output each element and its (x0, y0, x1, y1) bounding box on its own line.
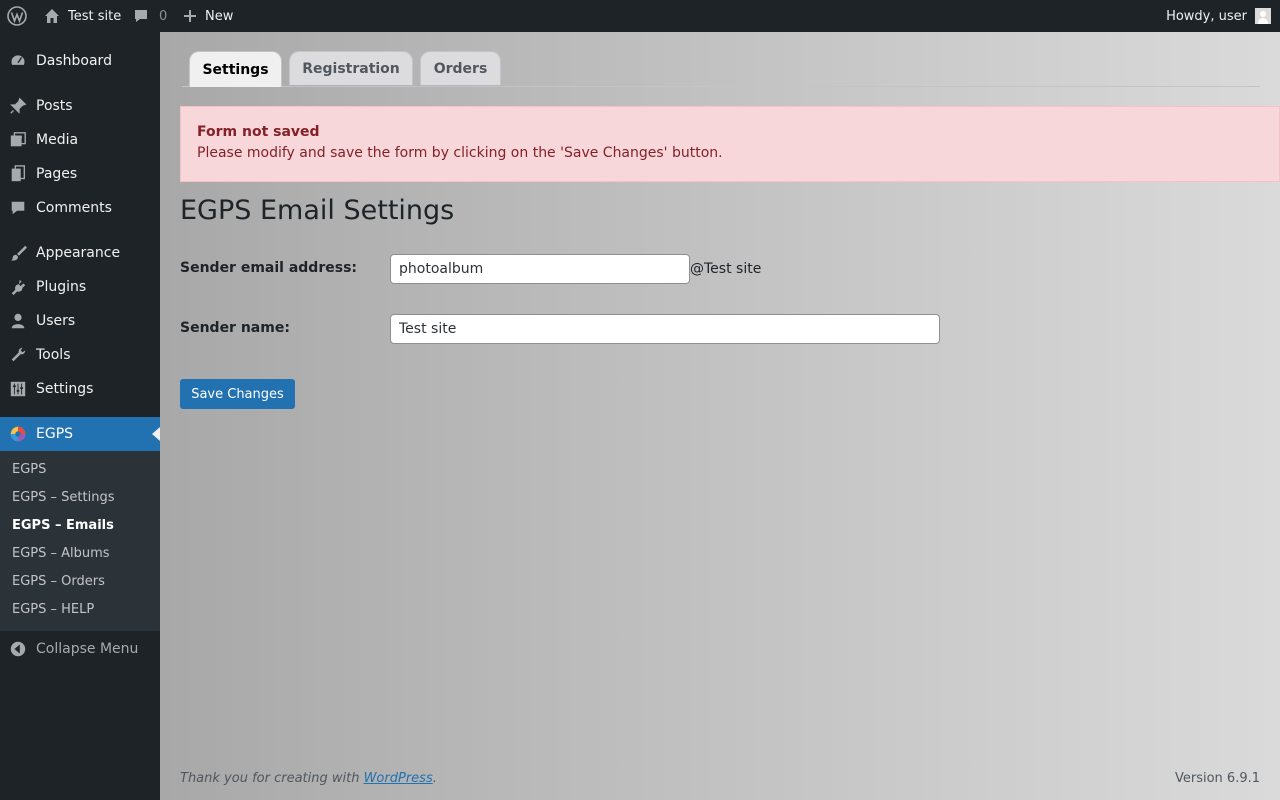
menu-label: Pages (36, 166, 78, 182)
tab-registration[interactable]: Registration (289, 51, 413, 85)
sender-email-suffix: @Test site (690, 261, 762, 277)
user-icon (8, 311, 28, 331)
comment-icon (133, 8, 149, 24)
notice-text: Please modify and save the form by click… (197, 145, 723, 161)
tab-orders[interactable]: Orders (420, 51, 501, 85)
notice-title: Form not saved (197, 124, 320, 140)
home-icon (44, 8, 60, 24)
sender-name-input[interactable] (390, 314, 940, 344)
menu-label: Posts (36, 98, 73, 114)
menu-pages[interactable]: Pages (0, 157, 160, 191)
account-menu[interactable]: Howdy, user (1166, 0, 1271, 32)
footer-thanks-suffix: . (432, 771, 437, 786)
collapse-arrow-icon (8, 639, 28, 659)
menu-label: Users (36, 313, 76, 329)
new-content-link[interactable]: New (183, 0, 233, 32)
menu-label: Settings (36, 381, 94, 397)
sliders-icon (8, 379, 28, 399)
footer-thanks-prefix: Thank you for creating with (180, 771, 364, 786)
media-icon (8, 130, 28, 150)
plug-icon (8, 277, 28, 297)
menu-posts[interactable]: Posts (0, 89, 160, 123)
menu-egps[interactable]: EGPS (0, 417, 160, 451)
pin-icon (8, 96, 28, 116)
collapse-label: Collapse Menu (36, 641, 139, 657)
menu-media[interactable]: Media (0, 123, 160, 157)
avatar (1255, 8, 1271, 24)
wrench-icon (8, 345, 28, 365)
egps-submenu: EGPS EGPS – Settings EGPS – Emails EGPS … (0, 451, 160, 631)
submenu-egps-orders[interactable]: EGPS – Orders (12, 574, 105, 589)
sender-name-label: Sender name: (180, 320, 290, 336)
submenu-egps-albums[interactable]: EGPS – Albums (12, 546, 110, 561)
new-label: New (205, 8, 234, 24)
comments-count: 0 (159, 8, 168, 24)
menu-label: Dashboard (36, 53, 112, 69)
tabs-divider (182, 86, 1260, 87)
error-notice: Form not saved Please modify and save th… (180, 106, 1280, 182)
site-name: Test site (68, 8, 122, 24)
tab-settings[interactable]: Settings (189, 51, 282, 87)
submenu-egps[interactable]: EGPS (12, 462, 46, 477)
menu-tools[interactable]: Tools (0, 338, 160, 372)
save-changes-button[interactable]: Save Changes (180, 379, 295, 409)
menu-dashboard[interactable]: Dashboard (0, 44, 160, 78)
footer-thanks: Thank you for creating with WordPress. (180, 771, 437, 786)
menu-settings[interactable]: Settings (0, 372, 160, 406)
admin-sidebar: Dashboard Posts Media Pages Comments App… (0, 32, 160, 800)
submenu-egps-settings[interactable]: EGPS – Settings (12, 490, 114, 505)
page-title: EGPS Email Settings (180, 195, 455, 226)
dashboard-icon (8, 51, 28, 71)
menu-label: Appearance (36, 245, 121, 261)
menu-label: EGPS (36, 426, 74, 442)
menu-appearance[interactable]: Appearance (0, 236, 160, 270)
plus-icon (183, 9, 197, 23)
sender-email-input[interactable] (390, 254, 690, 284)
wordpress-logo-icon[interactable] (7, 0, 27, 32)
pages-icon (8, 164, 28, 184)
main-content: Settings Registration Orders Form not sa… (160, 32, 1280, 800)
submenu-egps-emails[interactable]: EGPS – Emails (12, 518, 114, 533)
admin-bar: Test site 0 New Howdy, user (0, 0, 1280, 32)
footer-version: Version 6.9.1 (1174, 771, 1260, 786)
menu-label: Plugins (36, 279, 87, 295)
submenu-egps-help[interactable]: EGPS – HELP (12, 602, 94, 617)
comment-icon (8, 198, 28, 218)
howdy-text: Howdy, user (1166, 8, 1247, 24)
menu-label: Tools (36, 347, 71, 363)
collapse-menu-button[interactable]: Collapse Menu (0, 632, 160, 666)
menu-users[interactable]: Users (0, 304, 160, 338)
brush-icon (8, 243, 28, 263)
menu-label: Media (36, 132, 79, 148)
menu-plugins[interactable]: Plugins (0, 270, 160, 304)
site-name-link[interactable]: Test site (44, 0, 121, 32)
menu-comments[interactable]: Comments (0, 191, 160, 225)
egps-logo-icon (8, 424, 28, 444)
active-menu-arrow (152, 427, 160, 441)
menu-label: Comments (36, 200, 112, 216)
comments-link[interactable]: 0 (133, 0, 167, 32)
wordpress-link[interactable]: WordPress (364, 771, 433, 786)
sender-email-label: Sender email address: (180, 260, 357, 276)
